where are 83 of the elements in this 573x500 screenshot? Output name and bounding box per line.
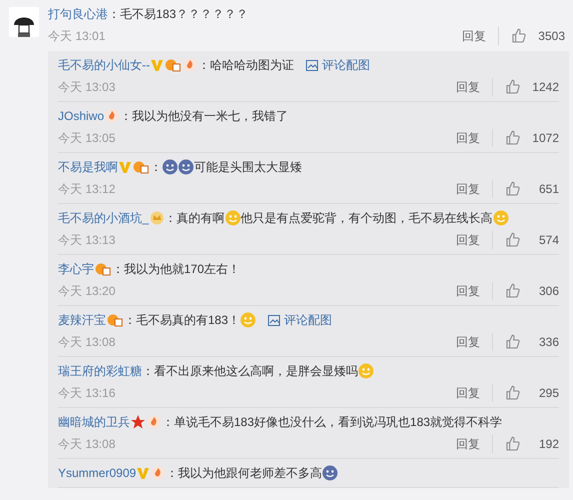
reply-button[interactable]: 回复 [456,78,493,96]
emoji-icon [178,159,194,175]
comment-text: ：毛不易183？？？？？？ [108,6,248,23]
like-count: 192 [538,436,559,453]
fan-badge-icon [133,160,149,174]
username[interactable]: 瑞王府的彩虹糖 [58,362,142,380]
star-badge-icon [131,415,145,429]
like-count: 651 [538,181,559,198]
thumbs-up-icon[interactable] [505,385,521,401]
reply-button[interactable]: 回复 [456,129,493,147]
like-count: 336 [538,334,559,351]
username[interactable]: 李心宇 [58,260,94,278]
username[interactable]: 毛不易的小仙女-- [58,56,150,74]
thumbs-up-icon[interactable] [505,130,521,146]
comment-text: ：看不出原来他这么高啊，是胖会显矮吗 [142,363,358,380]
comment-text: ：毛不易真的有183！ [124,312,240,329]
crown-badge-icon [150,211,164,225]
like-count: 1242 [531,79,559,96]
flame-badge-icon [105,109,120,123]
fan-badge-icon [107,313,123,327]
thumbs-up-icon[interactable] [505,283,521,299]
image-icon [306,60,318,70]
comment-text: ：哈哈哈动图为证 [198,57,294,74]
thumbs-up-icon[interactable] [511,28,527,44]
username[interactable]: 毛不易的小酒坑_ [58,209,149,227]
username[interactable]: 不易是我啊 [58,158,118,176]
timestamp: 今天 13:08 [58,334,116,351]
fan-badge-icon [165,58,181,72]
emoji-icon [492,210,509,226]
avatar[interactable] [9,7,39,37]
like-count: 306 [538,283,559,300]
emoji-icon [358,363,374,379]
comment-text: 可能是头围太大显矮 [194,159,302,176]
like-count: 1072 [531,130,559,147]
emoji-icon [224,210,241,226]
timestamp: 今天 13:16 [58,385,116,402]
thumbs-up-icon[interactable] [505,436,521,452]
reply-button[interactable]: 回复 [456,231,493,249]
flame-badge-icon [147,415,161,429]
timestamp: 今天 13:01 [48,28,106,45]
thumbs-up-icon[interactable] [505,181,521,197]
image-link[interactable]: 评论配图 [268,311,332,329]
username[interactable]: JOshiwo [58,107,104,125]
thumbs-up-icon[interactable] [505,79,521,95]
v-badge-icon [119,160,131,174]
thumbs-up-icon[interactable] [505,334,521,350]
image-link[interactable]: 评论配图 [306,56,370,74]
reply-button[interactable]: 回复 [456,333,493,351]
flame-badge-icon [183,58,197,72]
emoji-icon [162,159,178,175]
timestamp: 今天 13:12 [58,181,116,198]
emoji-icon [322,465,338,481]
comment-text: 他只是有点爱驼背，有个动图，毛不易在线长高 [240,210,493,227]
timestamp: 今天 13:03 [58,79,116,96]
flame-badge-icon [151,466,166,480]
comment-text: ：真的有啊 [164,210,225,227]
like-count: 574 [538,232,559,249]
comment-text: ：我以为他没有一米七，我错了 [120,108,288,125]
comment-text: ： [150,159,162,176]
timestamp: 今天 13:08 [58,436,116,453]
reply-button[interactable]: 回复 [456,282,493,300]
timestamp: 今天 13:20 [58,283,116,300]
reply-button[interactable]: 回复 [456,435,493,453]
like-count: 3503 [537,28,565,45]
comment-text: ：单说毛不易183好像也没什么，看到说冯巩也183就觉得不科学 [162,414,502,431]
timestamp: 今天 13:13 [58,232,116,249]
reply-button[interactable]: 回复 [462,27,499,45]
username[interactable]: 打句良心港 [48,5,108,23]
username[interactable]: 幽暗城的卫兵 [58,413,130,431]
like-count: 295 [538,385,559,402]
v-badge-icon [151,58,163,72]
reply-button[interactable]: 回复 [456,180,493,198]
fan-badge-icon [95,262,111,276]
v-badge-icon [137,466,150,480]
username[interactable]: 麦辣汗宝 [58,311,106,329]
comment-text: ：我以为他就170左右！ [112,261,240,278]
reply-button[interactable]: 回复 [456,384,493,402]
comment-text: ：我以为他跟何老师差不多高 [166,465,322,482]
thumbs-up-icon[interactable] [505,232,521,248]
username[interactable]: Ysummer0909 [58,464,136,482]
image-icon [268,314,280,326]
emoji-icon [240,312,256,328]
timestamp: 今天 13:05 [58,130,116,147]
